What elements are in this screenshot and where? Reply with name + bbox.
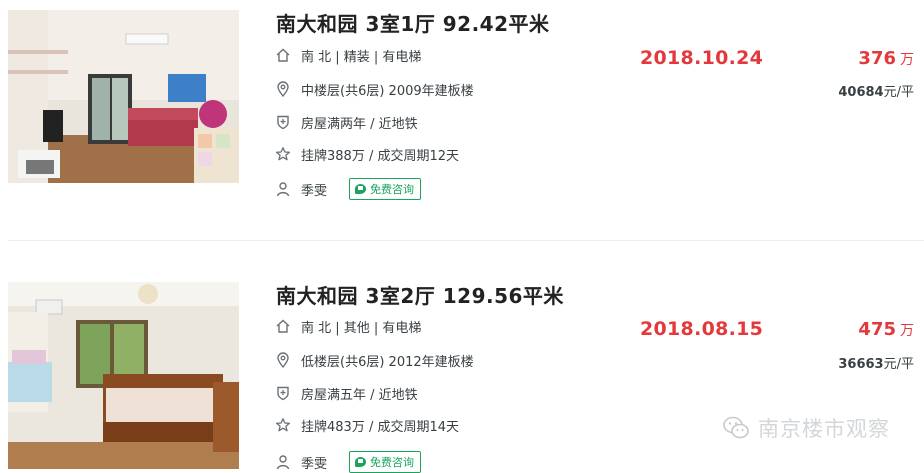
deal-cycle-row: 挂牌388万 / 成交周期12天 (274, 144, 459, 164)
agent-row: 季雯 免费咨询 (274, 451, 422, 473)
unit-price-suffix: 元/平 (883, 85, 914, 100)
chat-bubble-icon (355, 457, 367, 467)
unit-price-value: 40684 (838, 85, 884, 100)
deal-cycle-text: 挂牌388万 / 成交周期12天 (301, 148, 459, 164)
position-info-text: 中楼层(共6层) 2009年建板楼 (301, 83, 474, 99)
shield-check-icon (274, 384, 292, 402)
unit-price: 36663元/平 (838, 353, 914, 372)
agent-name[interactable]: 季雯 (301, 180, 327, 199)
total-price-value: 376 (858, 48, 896, 69)
location-pin-icon (274, 351, 292, 369)
total-price: 475 万 (858, 319, 914, 340)
total-price: 376 万 (858, 48, 914, 69)
unit-price-suffix: 元/平 (883, 357, 914, 372)
listing-card: 南大和园 3室1厅 92.42平米 南 北 | 精装 | 有电梯 中楼层(共6层… (0, 0, 924, 241)
house-info-text: 南 北 | 精装 | 有电梯 (301, 49, 422, 65)
free-consult-button[interactable]: 免费咨询 (349, 451, 422, 473)
position-info-text: 低楼层(共6层) 2012年建板楼 (301, 354, 474, 370)
bedroom-photo (8, 282, 239, 469)
total-price-unit: 万 (900, 52, 914, 68)
house-info-row: 南 北 | 其他 | 有电梯 (274, 316, 421, 336)
location-pin-icon (274, 80, 292, 98)
chat-bubble-icon (355, 184, 367, 194)
unit-price-value: 36663 (838, 357, 884, 372)
wechat-icon (723, 416, 749, 439)
home-icon (274, 317, 292, 335)
position-info-row: 中楼层(共6层) 2009年建板楼 (274, 79, 474, 99)
listing-photo[interactable] (8, 282, 239, 469)
house-info-text: 南 北 | 其他 | 有电梯 (301, 320, 422, 336)
free-consult-label: 免费咨询 (370, 183, 415, 196)
unit-price: 40684元/平 (838, 81, 914, 100)
deal-cycle-row: 挂牌483万 / 成交周期14天 (274, 415, 459, 435)
person-icon (274, 180, 292, 198)
house-info-row: 南 北 | 精装 | 有电梯 (274, 45, 421, 65)
star-icon (274, 145, 292, 163)
listing-title[interactable]: 南大和园 3室2厅 129.56平米 (276, 280, 564, 309)
free-consult-label: 免费咨询 (370, 456, 415, 469)
deal-cycle-text: 挂牌483万 / 成交周期14天 (301, 419, 459, 435)
listing-divider (8, 240, 924, 241)
home-icon (274, 46, 292, 64)
person-icon (274, 453, 292, 471)
tags-text: 房屋满五年 / 近地铁 (301, 387, 418, 403)
listing-photo[interactable] (8, 10, 239, 183)
tags-row: 房屋满五年 / 近地铁 (274, 383, 418, 403)
agent-row: 季雯 免费咨询 (274, 178, 422, 200)
shield-check-icon (274, 113, 292, 131)
free-consult-button[interactable]: 免费咨询 (349, 178, 422, 200)
total-price-unit: 万 (900, 323, 914, 339)
living-room-photo (8, 10, 239, 183)
watermark-text: 南京楼市观察 (758, 417, 890, 441)
tags-row: 房屋满两年 / 近地铁 (274, 112, 418, 132)
tags-text: 房屋满两年 / 近地铁 (301, 116, 418, 132)
wechat-watermark: 南京楼市观察 (722, 413, 890, 443)
deal-date: 2018.10.24 (640, 47, 764, 69)
star-icon (274, 416, 292, 434)
listing-title[interactable]: 南大和园 3室1厅 92.42平米 (276, 8, 550, 37)
total-price-value: 475 (858, 319, 896, 340)
deal-date: 2018.08.15 (640, 318, 764, 340)
position-info-row: 低楼层(共6层) 2012年建板楼 (274, 350, 474, 370)
